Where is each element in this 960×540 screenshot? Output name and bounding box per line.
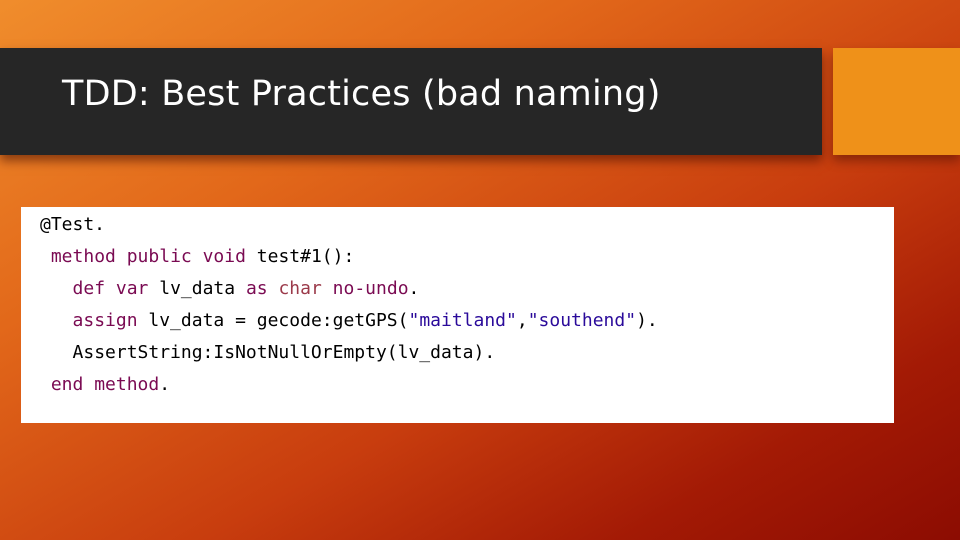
code-keyword: no-undo	[332, 278, 409, 299]
code-block: @Test. method public void test#1(): def …	[21, 207, 894, 423]
code-text: ).	[636, 310, 658, 331]
code-listing: @Test. method public void test#1(): def …	[40, 209, 658, 401]
slide-title: TDD: Best Practices (bad naming)	[62, 74, 661, 114]
code-keyword: assign	[72, 310, 138, 331]
code-keyword: void	[202, 246, 246, 267]
code-text: AssertString:IsNotNullOrEmpty(lv_data).	[72, 342, 496, 363]
code-line: @Test.	[40, 209, 658, 241]
accent-box	[833, 48, 960, 155]
code-keyword: as	[245, 278, 268, 299]
code-keyword: method	[94, 374, 160, 395]
code-line: AssertString:IsNotNullOrEmpty(lv_data).	[40, 337, 658, 369]
code-text: test#1():	[245, 246, 355, 267]
code-line: method public void test#1():	[40, 241, 658, 273]
code-text: @Test.	[40, 214, 106, 235]
code-text: ,	[516, 310, 528, 331]
code-string: "southend"	[527, 310, 637, 331]
code-text: lv_data	[148, 278, 246, 299]
code-type: char	[278, 278, 322, 299]
code-keyword: public	[126, 246, 192, 267]
code-text: .	[159, 374, 171, 395]
code-keyword: def	[72, 278, 106, 299]
code-keyword: end	[50, 374, 84, 395]
code-line: assign lv_data = gecode:getGPS("maitland…	[40, 305, 658, 337]
code-string: "maitland"	[408, 310, 517, 331]
title-bar: TDD: Best Practices (bad naming)	[0, 48, 822, 155]
code-keyword: method	[50, 246, 116, 267]
code-text: lv_data = gecode:getGPS(	[137, 310, 409, 331]
code-keyword: var	[115, 278, 149, 299]
code-line: def var lv_data as char no-undo.	[40, 273, 658, 305]
code-line: end method.	[40, 369, 658, 401]
code-text: .	[408, 278, 420, 299]
